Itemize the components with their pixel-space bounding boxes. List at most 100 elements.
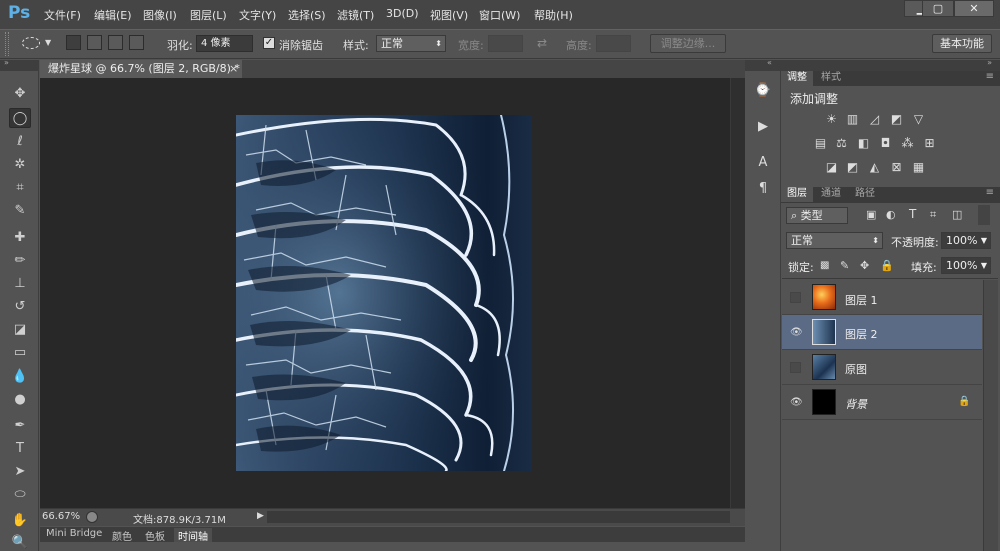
menu-file[interactable]: 文件(F) [44, 7, 81, 23]
color-balance-icon[interactable]: ⚖ [834, 137, 849, 150]
collapse-icon[interactable]: « [767, 58, 772, 67]
collapse-panels-icon[interactable]: » [987, 58, 992, 67]
dodge-tool-icon[interactable]: ● [9, 390, 31, 410]
levels-icon[interactable]: ▥ [845, 113, 860, 126]
gradient-map-icon[interactable]: ▦ [911, 161, 926, 174]
eraser-tool-icon[interactable]: ◪ [9, 320, 31, 340]
vertical-scrollbar[interactable] [730, 78, 745, 508]
height-input[interactable] [596, 35, 631, 52]
elliptical-marquee-preset-icon[interactable] [22, 37, 40, 49]
expand-icon[interactable]: » [4, 58, 9, 67]
exposure-icon[interactable]: ◩ [889, 113, 904, 126]
tab-mini-bridge[interactable]: Mini Bridge [46, 528, 102, 539]
width-input[interactable] [488, 35, 523, 52]
lasso-tool-icon[interactable]: ℓ [9, 132, 31, 152]
tab-swatches[interactable]: 色板 [145, 528, 165, 543]
hand-tool-icon[interactable]: ✋ [9, 511, 31, 531]
menu-filter[interactable]: 滤镜(T) [337, 7, 374, 23]
visibility-toggle[interactable] [790, 292, 801, 303]
visibility-toggle[interactable] [790, 362, 801, 373]
curves-icon[interactable]: ◿ [867, 113, 882, 126]
panel-menu-icon[interactable]: ≡ [986, 71, 994, 82]
filter-toggle-switch[interactable] [978, 205, 990, 225]
filter-adjustment-icon[interactable]: ◐ [886, 208, 896, 221]
lock-transparent-icon[interactable]: ▩ [820, 260, 829, 271]
history-brush-tool-icon[interactable]: ↺ [9, 297, 31, 317]
brush-tool-icon[interactable]: ✏ [9, 251, 31, 271]
vibrance-icon[interactable]: ▽ [911, 113, 926, 126]
menu-select[interactable]: 选择(S) [288, 7, 326, 23]
icon-column-header[interactable]: « [745, 58, 781, 71]
style-select[interactable]: 正常 ⬍ [376, 35, 446, 52]
menu-3d[interactable]: 3D(D) [386, 7, 419, 20]
crop-tool-icon[interactable]: ⌗ [9, 178, 31, 198]
intersect-selection-icon[interactable] [129, 35, 144, 50]
pen-tool-icon[interactable]: ✒ [9, 416, 31, 436]
menu-type[interactable]: 文字(Y) [239, 7, 276, 23]
status-info-icon[interactable] [86, 511, 98, 523]
channel-mixer-icon[interactable]: ⁂ [900, 137, 915, 150]
elliptical-marquee-tool-icon[interactable]: ◯ [9, 108, 31, 128]
gradient-tool-icon[interactable]: ▭ [9, 343, 31, 363]
tab-adjustments[interactable]: 调整 [781, 71, 813, 86]
tab-timeline[interactable]: 时间轴 [174, 528, 212, 543]
filter-smart-object-icon[interactable]: ◫ [952, 208, 962, 221]
menu-image[interactable]: 图像(I) [143, 7, 177, 23]
zoom-tool-icon[interactable]: 🔍 [9, 533, 31, 551]
threshold-icon[interactable]: ◭ [867, 161, 882, 174]
add-selection-icon[interactable] [87, 35, 102, 50]
menu-view[interactable]: 视图(V) [430, 7, 468, 23]
restore-button[interactable]: ▢ [922, 0, 954, 17]
menu-edit[interactable]: 编辑(E) [94, 7, 132, 23]
antialias-checkbox[interactable]: ✓ [263, 37, 275, 49]
color-lookup-icon[interactable]: ⊞ [922, 137, 937, 150]
blur-tool-icon[interactable]: 💧 [9, 367, 31, 387]
tab-layers[interactable]: 图层 [781, 187, 813, 202]
menu-window[interactable]: 窗口(W) [479, 7, 520, 23]
filter-type-icon[interactable]: T [909, 207, 916, 221]
document-image[interactable] [236, 115, 532, 471]
layer-filter-select[interactable]: ⌕ 类型 [786, 207, 848, 224]
move-tool-icon[interactable]: ✥ [9, 84, 31, 104]
refine-edge-button[interactable]: 调整边缘... [650, 34, 726, 53]
paragraph-panel-icon[interactable]: ¶ [752, 178, 774, 200]
eye-icon[interactable]: 👁 [790, 327, 803, 338]
invert-icon[interactable]: ◪ [824, 161, 839, 174]
actions-panel-icon[interactable]: ▶ [752, 116, 774, 138]
document-tab[interactable]: 爆炸星球 @ 66.7% (图层 2, RGB/8) * [40, 60, 242, 78]
close-button[interactable]: ✕ [954, 0, 994, 17]
ellipse-tool-icon[interactable]: ⬭ [9, 485, 31, 505]
right-panel-header[interactable]: » [781, 58, 1000, 71]
tools-panel-header[interactable]: » [0, 58, 39, 71]
blend-mode-select[interactable]: 正常 ⬍ [786, 232, 883, 249]
subtract-selection-icon[interactable] [108, 35, 123, 50]
path-selection-tool-icon[interactable]: ➤ [9, 462, 31, 482]
new-selection-icon[interactable] [66, 35, 81, 50]
filter-shape-icon[interactable]: ⌗ [930, 208, 936, 222]
tab-color[interactable]: 颜色 [112, 528, 132, 543]
layers-scrollbar[interactable] [983, 280, 998, 551]
magic-wand-tool-icon[interactable]: ✲ [9, 155, 31, 175]
black-white-icon[interactable]: ◧ [856, 137, 871, 150]
opacity-input[interactable]: 100% ▼ [941, 232, 991, 249]
brightness-icon[interactable]: ☀ [824, 113, 839, 126]
options-grip[interactable] [5, 32, 9, 56]
healing-brush-tool-icon[interactable]: ✚ [9, 228, 31, 248]
selective-color-icon[interactable]: ⊠ [889, 161, 904, 174]
menu-help[interactable]: 帮助(H) [534, 7, 573, 23]
feather-input[interactable]: 4 像素 [196, 35, 253, 52]
posterize-icon[interactable]: ◩ [845, 161, 860, 174]
tab-channels[interactable]: 通道 [815, 187, 847, 202]
clone-stamp-tool-icon[interactable]: ⊥ [9, 274, 31, 294]
lock-all-icon[interactable]: 🔒 [880, 259, 894, 272]
fill-input[interactable]: 100% ▼ [941, 257, 991, 274]
eyedropper-tool-icon[interactable]: ✎ [9, 201, 31, 221]
swap-icon[interactable]: ⇄ [537, 36, 547, 50]
tab-paths[interactable]: 路径 [849, 187, 881, 202]
tab-styles[interactable]: 样式 [815, 71, 847, 86]
preset-dropdown-icon[interactable]: ▼ [45, 38, 51, 47]
layers-menu-icon[interactable]: ≡ [986, 187, 994, 198]
lock-image-icon[interactable]: ✎ [840, 259, 849, 272]
photo-filter-icon[interactable]: ◘ [878, 137, 893, 150]
status-menu-arrow-icon[interactable]: ▶ [257, 511, 264, 521]
